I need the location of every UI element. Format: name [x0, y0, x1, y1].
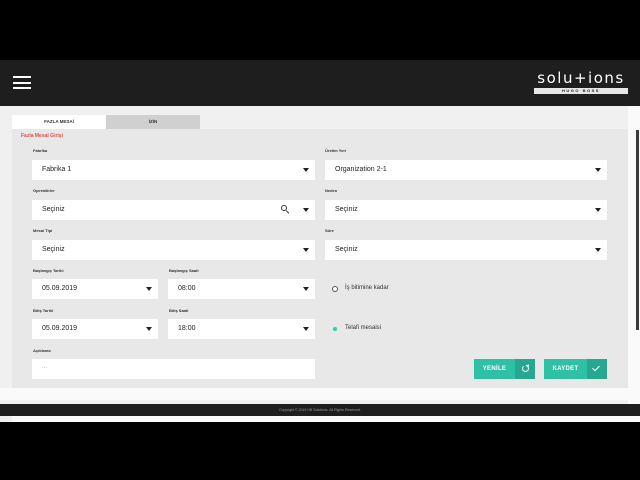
- tab-izin[interactable]: İZİN: [106, 115, 200, 129]
- chevron-down-icon: [595, 248, 601, 252]
- uretim-yeri-select[interactable]: Organization 2-1: [325, 160, 607, 180]
- sure-value: Seçiniz: [335, 246, 358, 253]
- bitis-saati-value: 18:00: [178, 325, 196, 332]
- aciklama-placeholder: ...: [42, 364, 48, 370]
- fabrika-select[interactable]: Fabrika 1: [32, 160, 315, 180]
- operatorler-value: Seçiniz: [42, 206, 65, 213]
- neden-label: Neden: [325, 188, 338, 193]
- brand-logo: solu+ions HUGO BOSS: [534, 70, 628, 94]
- is-bitimine-radio[interactable]: [332, 286, 338, 292]
- telafi-label: Telafi mesaisi: [345, 325, 382, 331]
- sure-select[interactable]: Seçiniz: [325, 240, 607, 260]
- check-icon: [587, 359, 607, 379]
- chevron-down-icon: [595, 168, 601, 172]
- footer-bottom-strip: [12, 416, 628, 422]
- top-bar: solu+ions HUGO BOSS: [0, 60, 640, 106]
- baslangic-tarihi-picker[interactable]: 05.09.2019: [32, 279, 158, 299]
- chevron-down-icon: [303, 287, 309, 291]
- is-bitimine-label: İş bitimine kadar: [345, 285, 389, 291]
- bitis-saati-label: Bitiş Saati: [169, 308, 189, 313]
- baslangic-tarihi-label: Başlangıç Tarihi: [33, 268, 64, 273]
- refresh-icon: [515, 359, 535, 379]
- bitis-saati-picker[interactable]: 18:00: [168, 319, 315, 339]
- baslangic-tarihi-value: 05.09.2019: [42, 285, 78, 292]
- uretim-yeri-value: Organization 2-1: [335, 166, 387, 173]
- chevron-down-icon: [303, 208, 309, 212]
- chevron-down-icon: [146, 327, 152, 331]
- operatorler-label: Operatörler: [33, 188, 55, 193]
- yenile-label: YENİLE: [482, 366, 507, 372]
- mesai-tipi-label: Mesai Tipi: [33, 228, 53, 233]
- chevron-down-icon: [303, 327, 309, 331]
- mesai-tipi-select[interactable]: Seçiniz: [32, 240, 315, 260]
- content-bottom-strip: [0, 388, 640, 400]
- hamburger-menu-icon[interactable]: [13, 76, 31, 89]
- form-title: Fazla Mesai Girişi: [21, 133, 63, 139]
- neden-value: Seçiniz: [335, 206, 358, 213]
- chevron-down-icon: [303, 248, 309, 252]
- yenile-button[interactable]: YENİLE: [474, 359, 535, 379]
- bitis-tarihi-value: 05.09.2019: [42, 325, 78, 332]
- fabrika-value: Fabrika 1: [42, 166, 72, 173]
- logo-subtext: HUGO BOSS: [534, 88, 628, 94]
- bitis-tarihi-picker[interactable]: 05.09.2019: [32, 319, 158, 339]
- bitis-tarihi-label: Bitiş Tarihi: [33, 308, 54, 313]
- logo-text: solu+ions: [537, 69, 625, 87]
- operatorler-select[interactable]: Seçiniz: [32, 200, 315, 220]
- sure-label: Süre: [325, 228, 334, 233]
- baslangic-saati-picker[interactable]: 08:00: [168, 279, 315, 299]
- aciklama-input[interactable]: ...: [32, 359, 315, 379]
- aciklama-label: Açıklama: [33, 348, 51, 353]
- chevron-down-icon: [303, 168, 309, 172]
- chevron-down-icon: [595, 208, 601, 212]
- app-screen: solu+ions HUGO BOSS FAZLA MESAİ İZİN Faz…: [0, 60, 640, 422]
- uretim-yeri-label: Üretim Yeri: [325, 148, 347, 153]
- footer-copyright: Copyright © 2019 HB Solutions. All Right…: [0, 404, 640, 416]
- chevron-down-icon: [146, 287, 152, 291]
- telafi-radio[interactable]: [332, 326, 338, 332]
- scrollbar-thumb[interactable]: [636, 130, 639, 330]
- baslangic-saati-label: Başlangıç Saati: [169, 268, 199, 273]
- fabrika-label: Fabrika: [33, 148, 48, 153]
- baslangic-saati-value: 08:00: [178, 285, 196, 292]
- search-icon[interactable]: [281, 205, 289, 215]
- tab-fazla-mesai[interactable]: FAZLA MESAİ: [12, 115, 106, 129]
- neden-select[interactable]: Seçiniz: [325, 200, 607, 220]
- kaydet-label: KAYDET: [552, 366, 579, 372]
- mesai-tipi-value: Seçiniz: [42, 246, 65, 253]
- kaydet-button[interactable]: KAYDET: [544, 359, 607, 379]
